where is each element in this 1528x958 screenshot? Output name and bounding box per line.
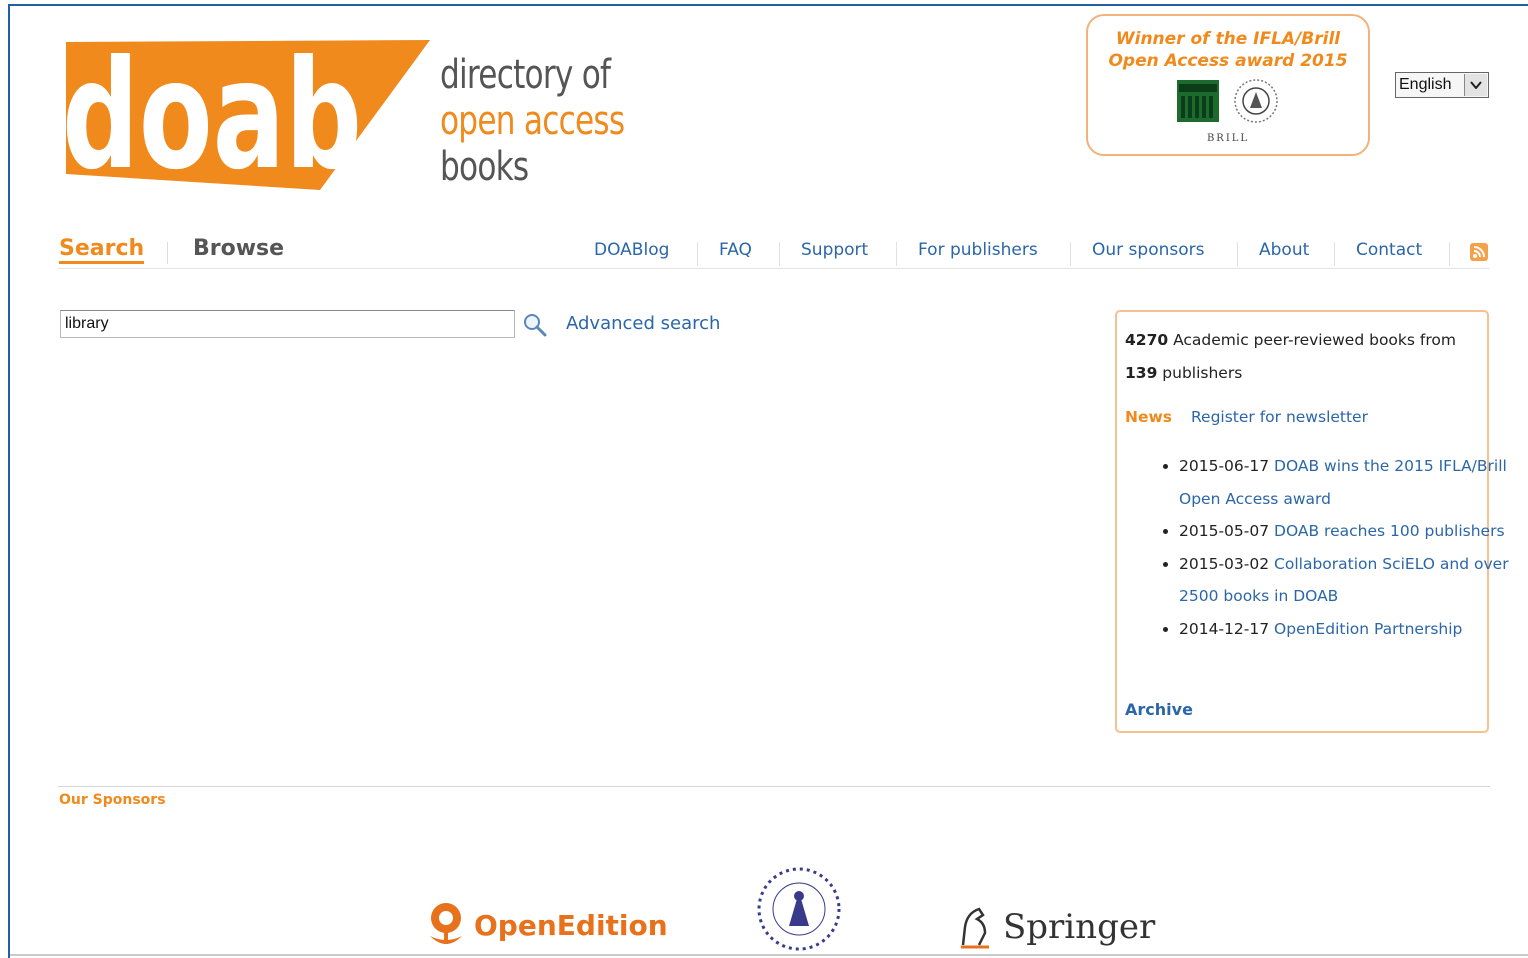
- springer-horse-icon: [961, 907, 989, 949]
- doab-logo-mark: doab: [62, 29, 430, 203]
- books-text: Academic peer-reviewed books from: [1173, 331, 1456, 349]
- university-seal-icon: [757, 867, 841, 951]
- logo-line-1: directory of: [440, 52, 611, 98]
- menu-for-publishers[interactable]: For publishers: [918, 240, 1038, 260]
- menu-divider: [779, 242, 780, 266]
- search-input[interactable]: [60, 310, 515, 338]
- openedition-icon: [430, 903, 462, 944]
- award-title: Winner of the IFLA/Brill Open Access awa…: [1088, 28, 1368, 72]
- news-link[interactable]: DOAB reaches 100 publishers: [1274, 522, 1505, 540]
- logo-wordmark: directory of open access books: [440, 52, 625, 190]
- award-logos: [1088, 78, 1368, 124]
- chevron-down-icon[interactable]: [1464, 74, 1487, 96]
- publishers-text: publishers: [1162, 364, 1243, 382]
- tab-divider: [167, 242, 168, 264]
- menu-divider: [1237, 242, 1238, 266]
- menu-divider: [697, 242, 698, 266]
- news-date: 2015-06-17: [1179, 457, 1270, 475]
- newsletter-link[interactable]: Register for newsletter: [1191, 408, 1368, 426]
- openedition-name: OpenEdition: [474, 908, 668, 942]
- advanced-search-link[interactable]: Advanced search: [566, 313, 720, 334]
- logo-line-2: open access: [440, 98, 625, 144]
- bottom-divider: [10, 954, 1528, 956]
- news-date: 2015-03-02: [1179, 554, 1270, 573]
- sponsor-springer[interactable]: Springer: [955, 905, 1155, 949]
- menu-divider: [1334, 242, 1335, 266]
- news-date: 2015-05-07: [1179, 522, 1270, 540]
- menu-support[interactable]: Support: [801, 240, 868, 260]
- ifla-icon: [1177, 80, 1219, 122]
- menu-our-sponsors[interactable]: Our sponsors: [1092, 240, 1204, 260]
- language-select[interactable]: English: [1395, 72, 1489, 98]
- archive-link[interactable]: Archive: [1125, 700, 1193, 719]
- award-line-1: Winner of the IFLA/Brill: [1115, 29, 1341, 49]
- logo-mark-text: doab: [62, 29, 362, 202]
- springer-name: Springer: [1003, 907, 1156, 947]
- list-item: 2015-06-17 DOAB wins the 2015 IFLA/Brill…: [1179, 450, 1509, 515]
- news-date: 2014-12-17: [1179, 619, 1270, 638]
- news-list: 2015-06-17 DOAB wins the 2015 IFLA/Brill…: [1157, 450, 1509, 645]
- doab-logo[interactable]: doab: [58, 12, 438, 203]
- search-icon[interactable]: [522, 312, 548, 338]
- tab-search[interactable]: Search: [59, 236, 145, 264]
- rss-icon[interactable]: [1470, 243, 1488, 261]
- list-item: 2014-12-17 OpenEdition Partnership: [1179, 613, 1509, 646]
- list-item: 2015-05-07 DOAB reaches 100 publishers: [1179, 515, 1509, 548]
- logo-line-3: books: [440, 144, 529, 190]
- news-label: News: [1125, 408, 1173, 426]
- news-link[interactable]: OpenEdition Partnership: [1274, 620, 1462, 638]
- news-header: News Register for newsletter: [1125, 408, 1368, 426]
- sponsors-divider: [58, 786, 1490, 787]
- publishers-count: 139: [1125, 364, 1158, 382]
- menu-divider: [896, 242, 897, 266]
- tab-browse[interactable]: Browse: [193, 236, 284, 261]
- books-count: 4270: [1125, 331, 1169, 349]
- info-panel: 4270 Academic peer-reviewed books from 1…: [1115, 310, 1509, 733]
- menu-doablog[interactable]: DOABlog: [594, 240, 669, 260]
- stats: 4270 Academic peer-reviewed books from 1…: [1125, 324, 1485, 390]
- language-value: English: [1399, 76, 1452, 93]
- brill-label: BRILL: [1206, 133, 1250, 144]
- menu-faq[interactable]: FAQ: [719, 240, 752, 260]
- nav-divider: [58, 268, 1490, 269]
- menu-contact[interactable]: Contact: [1356, 240, 1422, 260]
- award-line-2: Open Access award 2015: [1108, 51, 1348, 71]
- sponsor-openedition[interactable]: OpenEdition: [424, 900, 668, 950]
- menu-divider: [1070, 242, 1071, 266]
- menu-divider: [1449, 242, 1450, 266]
- sponsors-title: Our Sponsors: [59, 792, 166, 808]
- award-box[interactable]: Winner of the IFLA/Brill Open Access awa…: [1086, 14, 1370, 156]
- list-item: 2015-03-02 Collaboration SciELO and over…: [1179, 548, 1509, 613]
- sponsor-seal[interactable]: [756, 866, 842, 952]
- menu-about[interactable]: About: [1259, 240, 1309, 260]
- brill-seal-icon: [1234, 79, 1278, 123]
